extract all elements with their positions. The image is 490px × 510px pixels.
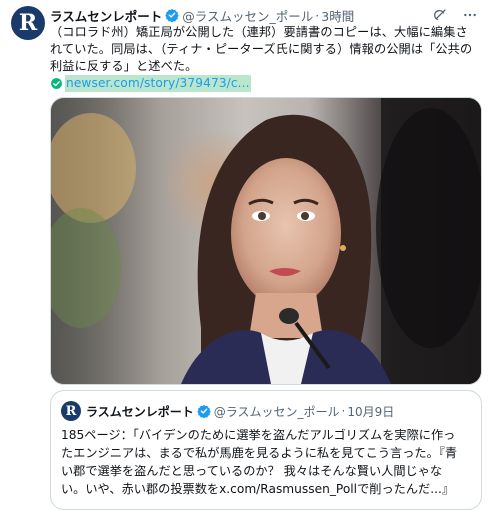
verified-badge-icon <box>196 404 211 418</box>
article-link[interactable]: newser.com/story/379473/c... <box>65 75 251 92</box>
quoted-date: 10月9日 <box>347 404 395 419</box>
tweet-body: （コロラド州）矯正局が公開した（連邦）要請書のコピーは、大幅に編集さ れていた。… <box>50 24 478 92</box>
quoted-line: い郡で選挙を盗んだと思っているのか？ 我々はそんな賢い人間じゃな <box>61 464 443 478</box>
link-check-icon <box>51 78 62 89</box>
quoted-body: 185ページ：「バイデンのために選挙を盗んだアルゴリズムを実際に作っ たエンジニ… <box>61 426 476 498</box>
quoted-line: 185ページ：「バイデンのために選挙を盗んだアルゴリズムを実際に作っ <box>61 428 456 442</box>
author-handle[interactable]: @ラスムッセン_ポール <box>182 6 313 25</box>
tweet-time[interactable]: 3時間 <box>321 6 354 25</box>
tweet-line: れていた。同局は、（ティナ・ピーターズ氏に関する）情報の公開は「公共の <box>50 42 473 56</box>
tweet-header: ラスムセンレポート @ラスムッセン_ポール · 3時間 <box>50 5 478 25</box>
quoted-line: い。いや、赤い郡の投票数をx.com/Rasmussen_Pollで削ったんだ.… <box>61 482 455 496</box>
link-row: newser.com/story/379473/c... <box>50 75 478 92</box>
more-icon[interactable] <box>462 7 478 23</box>
author-avatar[interactable]: R <box>11 6 45 40</box>
photo-illustration <box>51 98 481 384</box>
separator-dot: · <box>341 404 346 418</box>
tweet-line: 利益に反する」と述べた。 <box>50 59 198 73</box>
separator-dot: · <box>315 7 320 23</box>
quoted-avatar-letter: R <box>65 403 77 419</box>
tweet-line: （コロラド州）矯正局が公開した（連邦）要請書のコピーは、大幅に編集さ <box>50 25 468 39</box>
quoted-handle: @ラスムッセン_ポール <box>213 404 340 419</box>
grok-icon[interactable] <box>432 7 448 23</box>
quoted-header: ラスムセンレポート @ラスムッセン_ポール · 10月9日 <box>86 401 394 421</box>
quoted-line: たエンジニアは、まるで私が馬鹿を見るように私を見てこう言った。『青 <box>61 446 458 460</box>
verified-badge-icon <box>165 8 180 22</box>
quoted-avatar: R <box>61 401 81 421</box>
author-name[interactable]: ラスムセンレポート <box>50 6 162 25</box>
tweet-photo[interactable] <box>50 97 482 385</box>
header-actions <box>432 7 478 23</box>
quoted-author-name: ラスムセンレポート <box>86 404 194 419</box>
avatar-letter: R <box>18 10 38 36</box>
quoted-tweet[interactable]: R ラスムセンレポート @ラスムッセン_ポール · 10月9日 185ページ：「… <box>50 390 482 510</box>
